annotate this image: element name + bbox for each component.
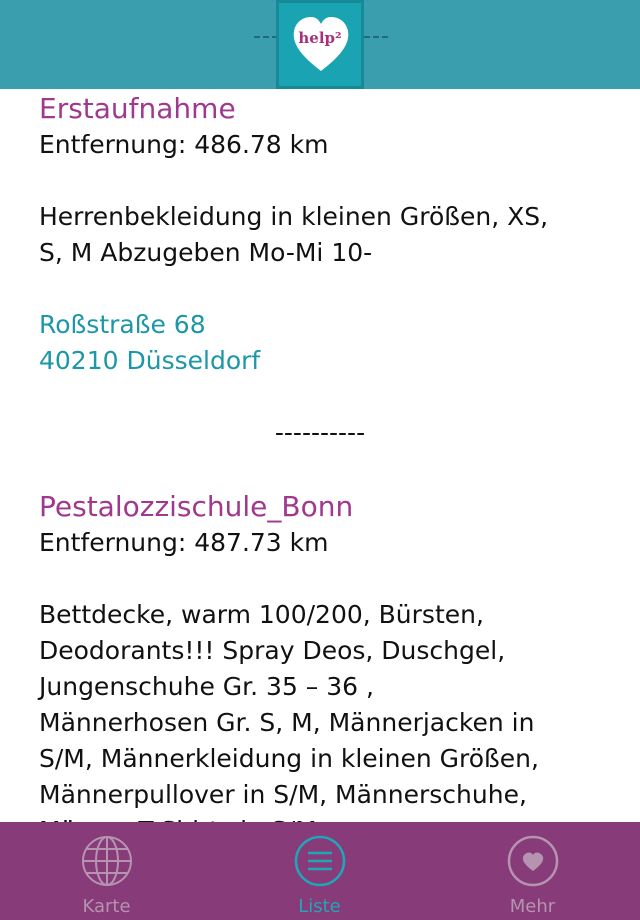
entry-distance: Entfernung: 486.78 km: [39, 130, 329, 159]
entry-description-line: Jungenschuhe Gr. 35 – 36 ,: [39, 672, 374, 701]
header-dash-left: [254, 36, 278, 38]
app-logo[interactable]: help²: [276, 0, 364, 89]
entry-description-line: Männer-T-Shirts in S/M,: [39, 813, 609, 822]
results-list[interactable]: Erstaufnahme Entfernung: 486.78 km Herre…: [0, 89, 640, 822]
entry-separator: ----------: [274, 418, 366, 447]
tab-label: Liste: [298, 896, 341, 917]
tab-karte[interactable]: Karte: [0, 822, 213, 920]
entry-description-line: Deodorants!!! Spray Deos, Duschgel,: [39, 636, 506, 665]
entry-description-line: Männerpullover in S/M, Männerschuhe,: [39, 780, 527, 809]
entry-description-line: Bettdecke, warm 100/200, Bürsten,: [39, 600, 484, 629]
tab-label: Karte: [82, 896, 131, 917]
entry-distance: Entfernung: 487.73 km: [39, 528, 329, 557]
entry-address-street[interactable]: Roßstraße 68: [39, 307, 609, 343]
entry-address-city[interactable]: 40210 Düsseldorf: [39, 343, 609, 379]
entry-title: Erstaufnahme: [39, 92, 236, 125]
app-header: help²: [0, 0, 640, 89]
heart-icon: [507, 835, 559, 887]
entry-description-line: Männerhosen Gr. S, M, Männerjacken in: [39, 708, 535, 737]
entry-title: Pestalozzischule_Bonn: [39, 490, 354, 523]
entry-description-line: Herrenbekleidung in kleinen Größen, XS,: [39, 202, 549, 231]
list-item[interactable]: Erstaufnahme Entfernung: 486.78 km Herre…: [39, 91, 609, 379]
entry-description-line: S/M, Männerkleidung in kleinen Größen,: [39, 744, 539, 773]
tab-bar: Karte Liste Mehr: [0, 822, 640, 920]
list-icon: [294, 835, 346, 887]
tab-mehr[interactable]: Mehr: [426, 822, 639, 920]
entry-description-line: S, M Abzugeben Mo-Mi 10-: [39, 238, 373, 267]
tab-liste[interactable]: Liste: [213, 822, 426, 920]
header-dash-right: [364, 36, 388, 38]
list-item[interactable]: Pestalozzischule_Bonn Entfernung: 487.73…: [39, 489, 609, 822]
logo-text: help²: [298, 29, 342, 47]
tab-label: Mehr: [509, 896, 556, 917]
globe-icon: [82, 836, 132, 886]
